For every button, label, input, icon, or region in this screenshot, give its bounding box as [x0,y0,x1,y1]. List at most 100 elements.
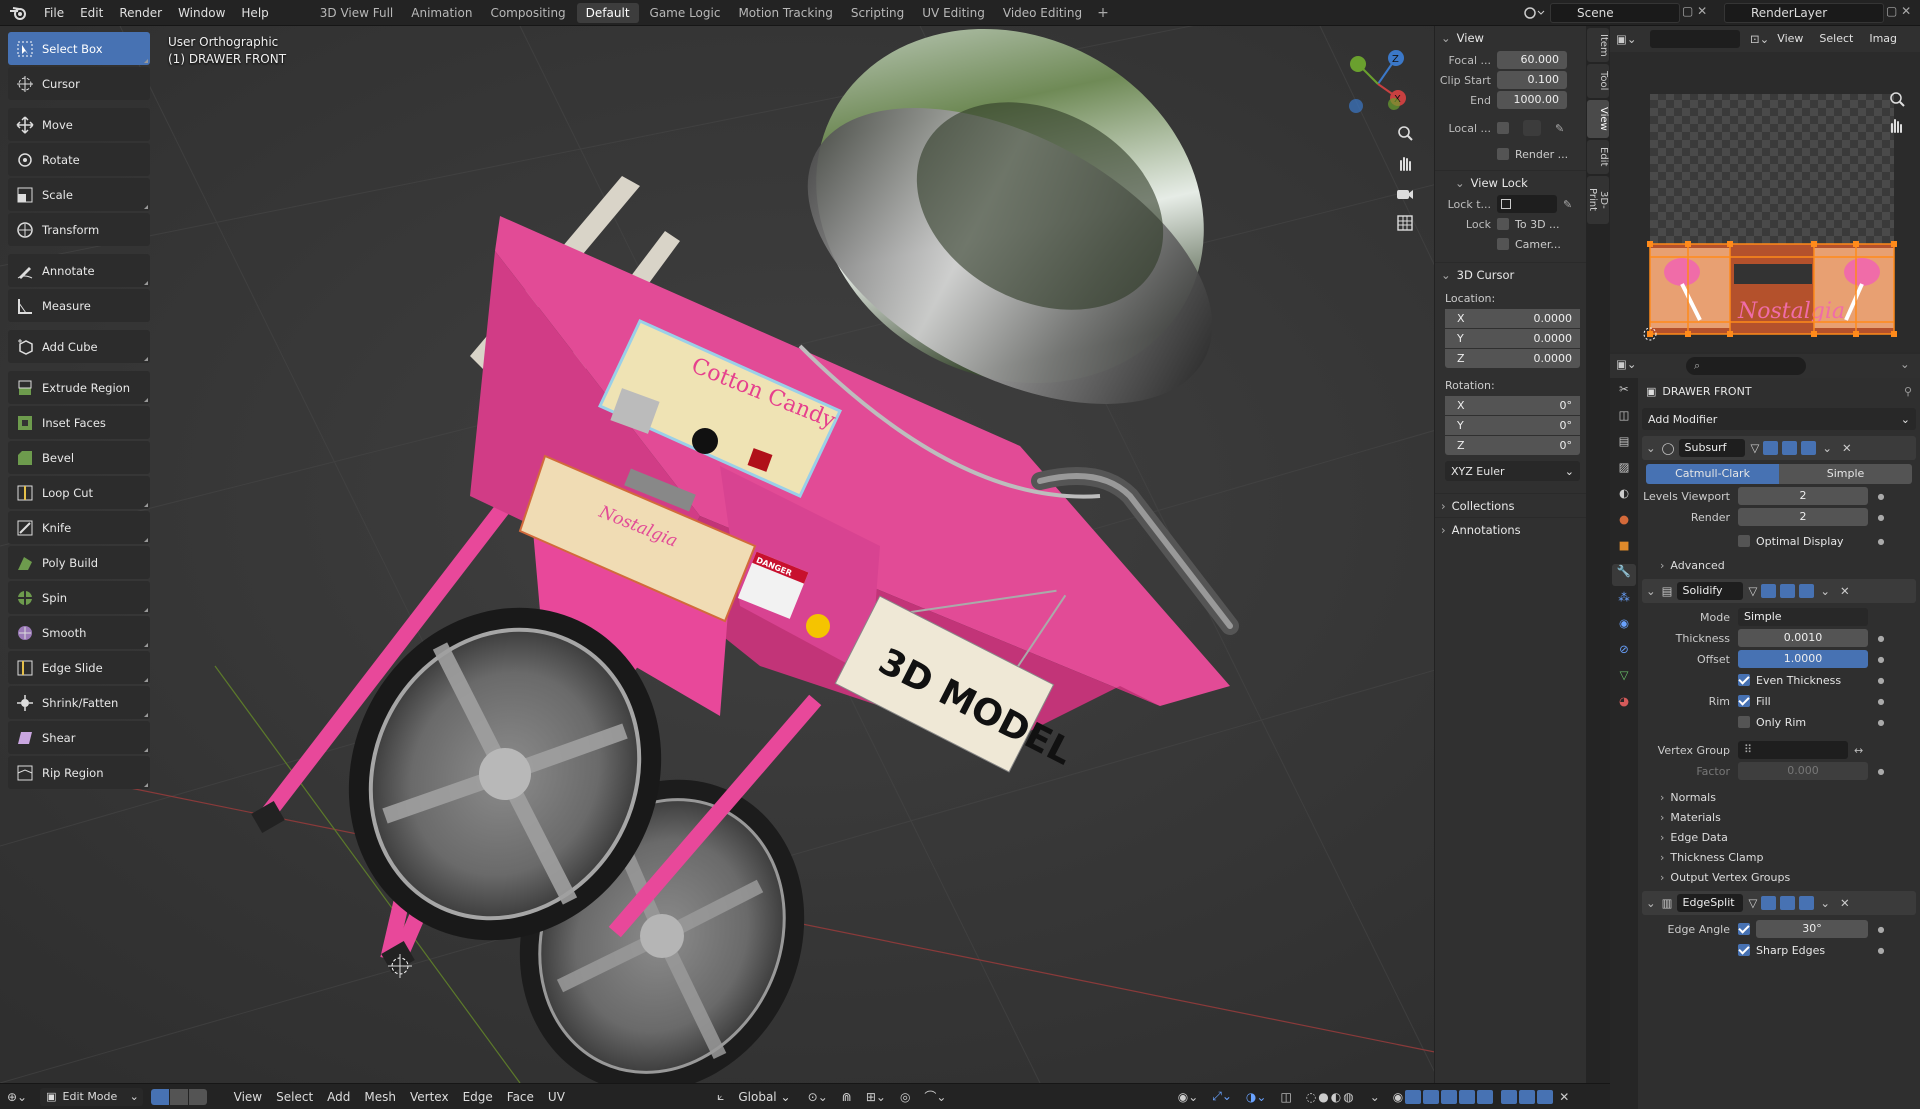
mode-dropdown[interactable]: ▣ Edit Mode ⌄ [40,1087,143,1106]
render-layer-actions-icon[interactable]: ▢ ✕ [1886,4,1920,22]
tab-3d-print[interactable]: 3D-Print [1587,176,1609,224]
camera-view-icon[interactable] [1392,180,1418,206]
simple-button[interactable]: Simple [1779,464,1912,484]
tab-view[interactable]: View [1587,100,1609,138]
uv-tool-icon[interactable] [1519,1089,1536,1104]
edgesplit-name-field[interactable]: EdgeSplit [1676,894,1743,912]
tool-smooth[interactable]: Smooth [8,616,150,649]
visibility-eye-icon[interactable]: ◉⌄ [1171,1090,1206,1104]
modifier-menu-chevron-icon[interactable]: ⌄ [1820,584,1830,598]
add-workspace-icon[interactable]: + [1091,5,1115,21]
render-toggle-icon[interactable] [1799,584,1815,598]
3d-viewport[interactable]: Cotton Candy Nostalgia DANGER 3D MODEL U… [0,26,1588,1083]
edge-data-subpanel[interactable]: Edge Data [1638,827,1920,847]
world-tab-icon[interactable]: ● [1614,512,1634,534]
tab-default[interactable]: Default [576,2,639,23]
cursor-rotation-y[interactable]: Y 0° [1445,416,1580,435]
solidify-modifier-header[interactable]: ⌄ ▤ Solidify ▽ ⌄ ✕ [1642,579,1916,603]
uv-menu-view[interactable]: View [1769,26,1811,52]
tab-motion-tracking[interactable]: Motion Tracking [729,0,841,26]
rotation-mode-dropdown[interactable]: XYZ Euler ⌄ [1445,461,1580,481]
view-layer-tab-icon[interactable]: ▨ [1614,460,1634,482]
tab-edit[interactable]: Edit [1587,140,1609,174]
cursor-location-x[interactable]: X 0.0000 [1445,309,1580,328]
thickness-field[interactable]: 0.0010 [1738,629,1868,647]
edge-angle-checkbox[interactable] [1738,923,1750,935]
levels-viewport-field[interactable]: 2 [1738,487,1868,505]
object-tab-icon[interactable]: ■ [1614,538,1634,560]
properties-editor-type-icon[interactable]: ▣⌄ [1616,357,1637,371]
orientation-dropdown[interactable]: Global ⌄ [731,1090,800,1104]
remove-modifier-close-icon[interactable]: ✕ [1840,896,1850,910]
tool-extrude-region[interactable]: Extrude Region [8,371,150,404]
editor-type-icon[interactable]: ▣⌄ [1616,32,1640,46]
render-toggle-icon[interactable] [1801,441,1817,455]
blender-logo-icon[interactable] [0,0,36,26]
tool-poly-build[interactable]: Poly Build [8,546,150,579]
tab-video-editing[interactable]: Video Editing [994,0,1091,26]
edit-mode-toggle-icon[interactable] [1761,584,1777,598]
tab-animation[interactable]: Animation [402,0,481,26]
physics-tab-icon[interactable]: ◉ [1614,616,1634,638]
tool-bevel[interactable]: Bevel [8,441,150,474]
collapse-chevron-icon[interactable]: ⌄ [1646,584,1656,598]
keyframe-dot-icon[interactable]: ● [1876,655,1886,664]
render-region-checkbox[interactable] [1497,148,1509,160]
annotations-header[interactable]: › Annotations [1435,517,1586,541]
orientation-gizmo[interactable]: Z X [1336,40,1420,124]
tool-spin[interactable]: Spin [8,581,150,614]
thickness-clamp-subpanel[interactable]: Thickness Clamp [1638,847,1920,867]
menu-window[interactable]: Window [170,0,233,26]
add-modifier-dropdown[interactable]: Add Modifier ⌄ [1642,408,1916,430]
edgesplit-modifier-header[interactable]: ⌄ ▥ EdgeSplit ▽ ⌄ ✕ [1642,891,1916,915]
mesh-data-tab-icon[interactable]: ▽ [1614,668,1634,690]
uv-close-icon[interactable]: ✕ [1559,1090,1569,1104]
on-cage-icon[interactable]: ▽ [1749,584,1758,598]
subsurf-name-field[interactable]: Subsurf [1678,439,1745,457]
menu-uv[interactable]: UV [541,1090,572,1104]
modifier-menu-chevron-icon[interactable]: ⌄ [1822,441,1832,455]
tool-settings-tab-icon[interactable]: ✂ [1614,382,1634,404]
tool-cursor[interactable]: Cursor [8,67,150,100]
uv-menu-select[interactable]: Select [1811,26,1861,52]
tool-select-box[interactable]: Select Box [8,32,150,65]
uv-tool-icon[interactable] [1405,1089,1422,1104]
invert-arrows-icon[interactable]: ↔ [1854,744,1863,757]
clip-end-field[interactable]: 1000.00 [1497,91,1567,109]
output-vertex-groups-subpanel[interactable]: Output Vertex Groups [1638,867,1920,887]
cursor-location-y[interactable]: Y 0.0000 [1445,329,1580,348]
snap-increment-icon[interactable]: ⊞⌄ [859,1090,893,1104]
options-chevron-icon[interactable]: ⌄ [1900,357,1910,371]
keyframe-dot-icon[interactable]: ● [1876,676,1886,685]
keyframe-dot-icon[interactable]: ● [1876,634,1886,643]
cursor-location-z[interactable]: Z 0.0000 [1445,349,1580,368]
clip-start-field[interactable]: 0.100 [1497,71,1567,89]
menu-add[interactable]: Add [320,1090,357,1104]
particles-tab-icon[interactable]: ⁂ [1614,590,1634,612]
scene-tab-icon[interactable]: ◐ [1614,486,1634,508]
uv-tool-icon[interactable] [1459,1089,1476,1104]
collapse-chevron-icon[interactable]: ⌄ [1646,441,1656,455]
render-tab-icon[interactable]: ◫ [1614,408,1634,430]
catmull-clark-button[interactable]: Catmull-Clark [1646,464,1779,484]
menu-vertex[interactable]: Vertex [403,1090,456,1104]
tool-annotate[interactable]: Annotate [8,254,150,287]
3d-cursor-header[interactable]: ⌄ 3D Cursor [1435,262,1586,286]
properties-search-input[interactable]: ⌕ [1686,357,1806,375]
tab-item[interactable]: Item [1587,28,1609,62]
optimal-display-checkbox[interactable] [1738,535,1750,547]
edit-mode-toggle-icon[interactable] [1763,441,1779,455]
keyframe-dot-icon[interactable]: ● [1876,697,1886,706]
on-cage-icon[interactable]: ▽ [1751,441,1760,455]
menu-help[interactable]: Help [233,0,276,26]
tool-rotate[interactable]: Rotate [8,143,150,176]
keyframe-dot-icon[interactable]: ● [1876,767,1886,776]
menu-edit[interactable]: Edit [72,0,111,26]
uv-editor-canvas[interactable]: Nostalgia [1610,52,1920,352]
cursor-rotation-z[interactable]: Z 0° [1445,436,1580,455]
face-select-icon[interactable] [188,1088,207,1105]
zoom-icon[interactable] [1392,120,1418,146]
uv-tool-icon[interactable] [1477,1089,1494,1104]
mode-dropdown[interactable]: Simple [1738,608,1868,626]
tool-rip-region[interactable]: Rip Region [8,756,150,789]
